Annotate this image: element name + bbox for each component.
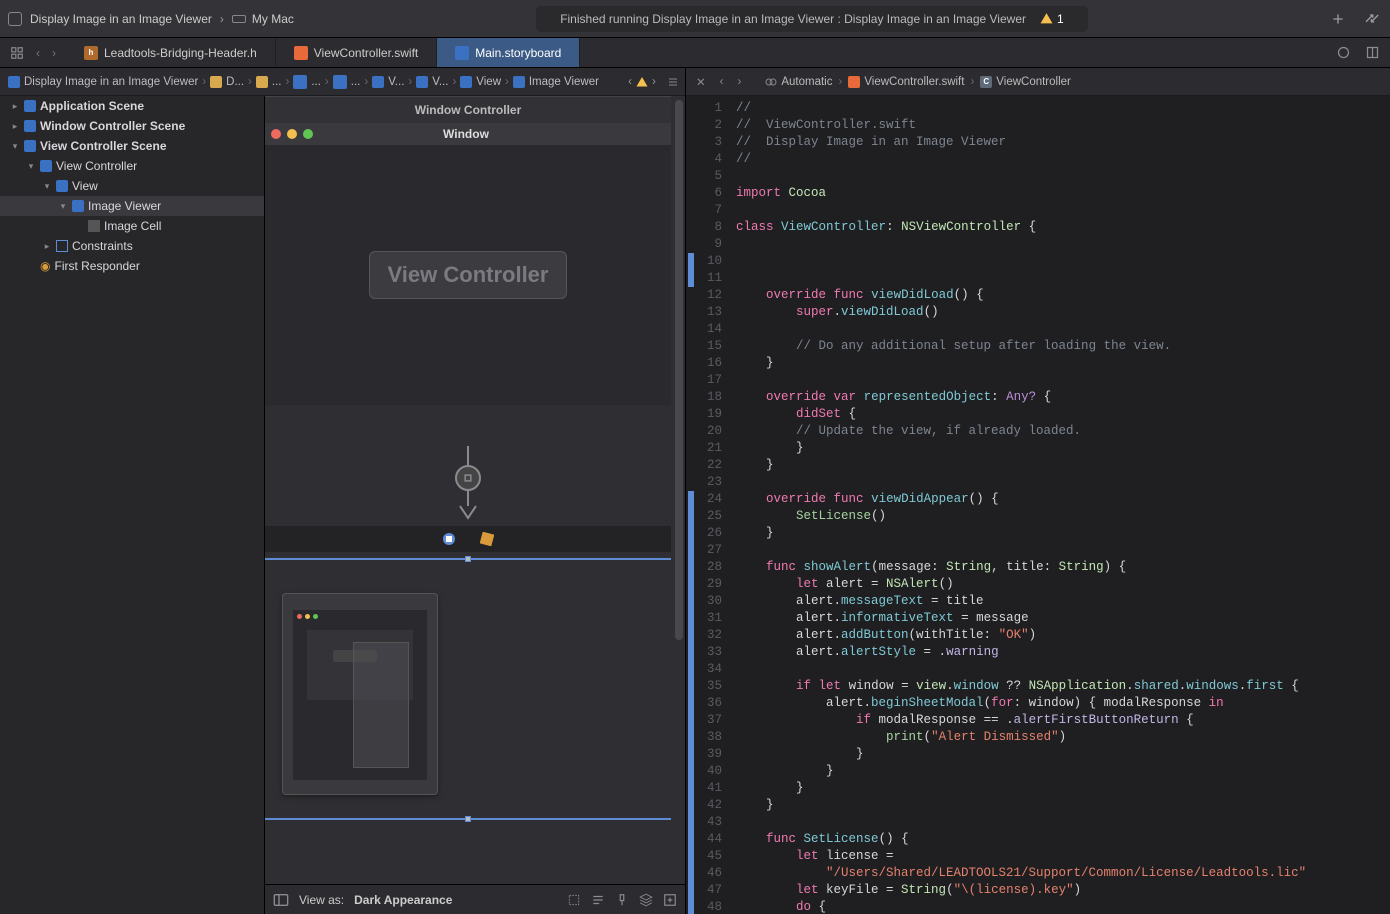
align-icon[interactable] — [591, 893, 605, 907]
fullscreen-icon[interactable] — [1364, 12, 1382, 26]
grid-icon[interactable] — [10, 46, 24, 60]
activity-status[interactable]: Finished running Display Image in an Ima… — [536, 6, 1087, 32]
assistant-pane: ✕ ‹ › Automatic › ViewController.swift ›… — [686, 68, 1390, 914]
storyboard-canvas[interactable]: Window Controller Window View Controller — [265, 96, 685, 884]
document-outline: ▸Application Scene▸Window Controller Sce… — [0, 96, 265, 914]
tab-label: ViewController.swift — [314, 46, 418, 60]
nav-forward-icon[interactable]: › — [52, 46, 56, 60]
add-tab-icon[interactable] — [1330, 11, 1346, 27]
scene-view-controller[interactable] — [283, 594, 437, 794]
jumpbar-item-2[interactable]: ... — [254, 76, 284, 88]
resize-handle[interactable] — [465, 556, 471, 562]
disclosure-icon[interactable]: ▾ — [26, 161, 36, 172]
assist-symbol[interactable]: ViewController — [996, 76, 1071, 88]
tab-label: Main.storyboard — [475, 46, 561, 60]
assist-nav-forward-icon[interactable]: › — [733, 76, 745, 88]
tab-1[interactable]: ViewController.swift — [276, 38, 437, 67]
outline-row-4[interactable]: ▾View — [0, 176, 264, 196]
storyboard-canvas-wrap: Window Controller Window View Controller — [265, 96, 685, 914]
scheme-icon[interactable] — [8, 12, 22, 26]
window-title: Window — [319, 123, 613, 145]
assistant-jumpbar[interactable]: ✕ ‹ › Automatic › ViewController.swift ›… — [686, 68, 1390, 96]
assist-file[interactable]: ViewController.swift — [864, 76, 964, 88]
main-area: Display Image in an Image Viewer›D...›..… — [0, 68, 1390, 914]
disclosure-icon[interactable]: ▾ — [58, 201, 68, 212]
toggle-outline-icon[interactable] — [273, 893, 289, 907]
jumpbar-item-5[interactable]: V... — [370, 76, 406, 88]
jumpbar-item-1[interactable]: D... — [208, 76, 246, 88]
assist-mode[interactable]: Automatic — [781, 76, 832, 88]
disclosure-icon[interactable]: ▾ — [42, 181, 52, 192]
outline-row-2[interactable]: ▾View Controller Scene — [0, 136, 264, 156]
jumpbar-item-0[interactable]: Display Image in an Image Viewer — [6, 76, 200, 88]
jumpbar-item-8[interactable]: Image Viewer — [511, 76, 601, 88]
outline-row-5[interactable]: ▾Image Viewer — [0, 196, 264, 216]
outline-row-0[interactable]: ▸Application Scene — [0, 96, 264, 116]
canvas-scrollbar[interactable] — [675, 100, 683, 640]
nav-back-icon[interactable]: ‹ — [36, 46, 40, 60]
resolve-icon[interactable] — [639, 893, 653, 907]
status-text: Finished running Display Image in an Ima… — [560, 12, 1026, 26]
jumpbar-item-3[interactable]: ... — [291, 75, 323, 89]
segue-arrow-icon[interactable] — [448, 446, 488, 526]
outline-row-7[interactable]: ▸Constraints — [0, 236, 264, 256]
swift-file-icon — [848, 76, 860, 88]
outline-row-8[interactable]: ◉First Responder — [0, 256, 264, 276]
view-as-value[interactable]: Dark Appearance — [354, 893, 452, 907]
jumpbar-warnings[interactable]: ‹ › — [628, 76, 679, 88]
disclosure-icon[interactable]: ▸ — [42, 241, 52, 252]
pin-icon[interactable] — [615, 893, 629, 907]
review-icon[interactable] — [1336, 45, 1351, 60]
tab-bar: hLeadtools-Bridging-Header.h ViewControll… — [66, 38, 1326, 67]
resize-handle-2[interactable] — [465, 816, 471, 822]
disclosure-icon[interactable]: ▸ — [10, 101, 20, 112]
link-icon — [765, 76, 777, 88]
warning-badge[interactable]: 1 — [1040, 12, 1064, 26]
outline-row-3[interactable]: ▾View Controller — [0, 156, 264, 176]
tab-label: Leadtools-Bridging-Header.h — [104, 46, 257, 60]
jumpbar-left[interactable]: Display Image in an Image Viewer›D...›..… — [0, 68, 685, 96]
assist-nav-back-icon[interactable]: ‹ — [716, 76, 728, 88]
scene-dock-vc-icon[interactable] — [442, 532, 456, 546]
placeholder-view-label: View Controller — [369, 251, 568, 299]
view-as-label: View as: — [299, 893, 344, 907]
scene-dock-responder-icon[interactable] — [480, 532, 494, 546]
zoom-fit-icon[interactable] — [567, 893, 581, 907]
view-as-bar: View as: Dark Appearance — [265, 884, 685, 914]
code-editor[interactable]: 1234567891011121314151617181920212223242… — [686, 96, 1390, 914]
tab-2[interactable]: Main.storyboard — [437, 38, 580, 67]
titlebar: Display Image in an Image Viewer › My Ma… — [0, 0, 1390, 38]
outline-row-6[interactable]: Image Cell — [0, 216, 264, 236]
jumpbar-item-4[interactable]: ... — [331, 75, 363, 89]
scene-title-window-controller: Window Controller — [265, 96, 671, 123]
class-icon: C — [980, 76, 992, 88]
adjust-editor-icon[interactable] — [1365, 45, 1380, 60]
destination-name[interactable]: My Mac — [252, 12, 294, 26]
chevron-right-icon: › — [220, 12, 224, 26]
disclosure-icon[interactable]: ▸ — [10, 121, 20, 132]
device-icon[interactable] — [232, 15, 246, 23]
toolbar: ‹ › hLeadtools-Bridging-Header.h ViewCont… — [0, 38, 1390, 68]
disclosure-icon[interactable]: ▾ — [10, 141, 20, 152]
tab-0[interactable]: hLeadtools-Bridging-Header.h — [66, 38, 276, 67]
jumpbar-item-6[interactable]: V... — [414, 76, 450, 88]
outline-row-1[interactable]: ▸Window Controller Scene — [0, 116, 264, 136]
close-assistant-icon[interactable]: ✕ — [692, 75, 710, 89]
left-pane: Display Image in an Image Viewer›D...›..… — [0, 68, 686, 914]
traffic-lights — [265, 125, 319, 143]
scheme-name[interactable]: Display Image in an Image Viewer — [30, 12, 212, 26]
jumpbar-item-7[interactable]: View — [458, 76, 503, 88]
embed-icon[interactable] — [663, 893, 677, 907]
